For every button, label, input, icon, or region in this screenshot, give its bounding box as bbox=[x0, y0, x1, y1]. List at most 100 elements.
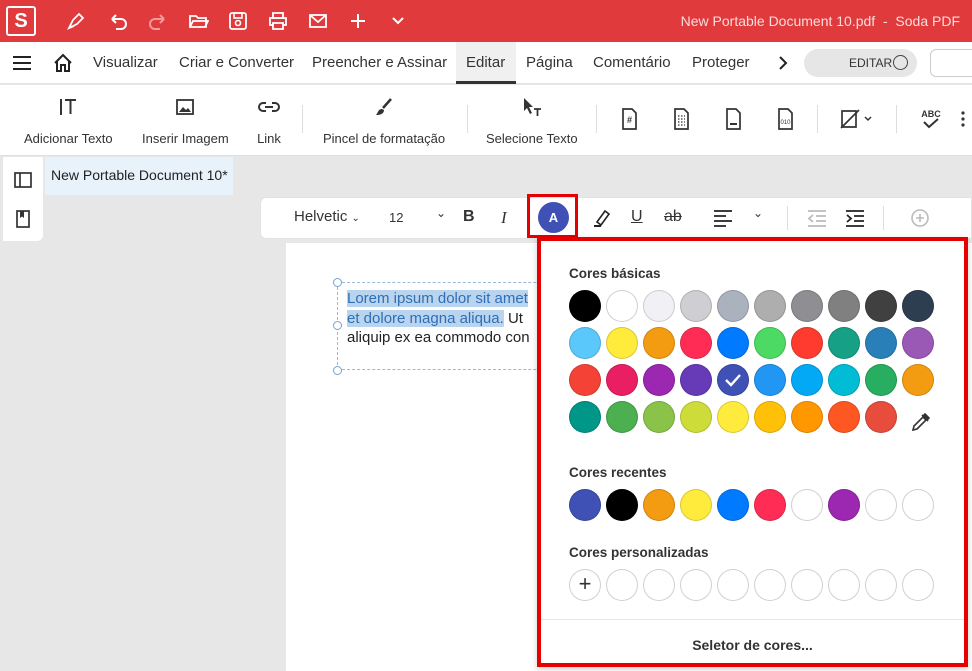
recent-color-swatch[interactable] bbox=[754, 489, 786, 521]
bold-button[interactable]: B bbox=[463, 208, 475, 226]
color-swatch[interactable] bbox=[717, 401, 749, 433]
color-swatch[interactable] bbox=[902, 290, 934, 322]
recent-color-swatch[interactable] bbox=[643, 489, 675, 521]
hamburger-menu-icon[interactable] bbox=[12, 54, 32, 72]
custom-color-slot[interactable] bbox=[717, 569, 749, 601]
color-swatch[interactable] bbox=[865, 401, 897, 433]
color-swatch[interactable] bbox=[606, 290, 638, 322]
tab-preencher-e-assinar[interactable]: Preencher e Assinar bbox=[312, 54, 447, 71]
color-swatch[interactable] bbox=[865, 364, 897, 396]
strikethrough-button[interactable]: ab bbox=[664, 208, 682, 226]
color-swatch[interactable] bbox=[902, 327, 934, 359]
home-icon[interactable] bbox=[52, 52, 74, 74]
resize-handle[interactable] bbox=[333, 278, 342, 287]
color-swatch[interactable] bbox=[680, 290, 712, 322]
email-icon[interactable] bbox=[306, 9, 330, 33]
recent-color-swatch[interactable] bbox=[606, 489, 638, 521]
color-swatch[interactable] bbox=[754, 364, 786, 396]
print-icon[interactable] bbox=[266, 9, 290, 33]
insert-image-button[interactable]: Inserir Imagem bbox=[142, 95, 229, 146]
font-size-chevron-icon[interactable]: ⌄ bbox=[436, 206, 446, 220]
chevron-down-icon[interactable] bbox=[386, 9, 410, 33]
color-swatch[interactable] bbox=[791, 290, 823, 322]
decrease-indent-icon[interactable] bbox=[807, 209, 827, 227]
recent-color-swatch[interactable] bbox=[791, 489, 823, 521]
add-custom-color-button[interactable]: + bbox=[569, 569, 601, 601]
text-line-1[interactable]: Lorem ipsum dolor sit amet bbox=[347, 290, 542, 307]
custom-color-slot[interactable] bbox=[606, 569, 638, 601]
text-line-3[interactable]: aliquip ex ea commodo con bbox=[347, 329, 542, 346]
recent-color-swatch[interactable] bbox=[680, 489, 712, 521]
color-swatch[interactable] bbox=[828, 364, 860, 396]
text-line-2[interactable]: et dolore magna aliqua. Ut bbox=[347, 310, 542, 327]
color-swatch[interactable] bbox=[643, 290, 675, 322]
color-swatch[interactable] bbox=[902, 364, 934, 396]
italic-button[interactable]: I bbox=[501, 208, 507, 228]
color-swatch[interactable] bbox=[828, 290, 860, 322]
chevron-right-icon[interactable] bbox=[775, 54, 791, 72]
recent-color-swatch[interactable] bbox=[828, 489, 860, 521]
text-color-button[interactable]: A bbox=[538, 202, 569, 233]
tab-visualizar[interactable]: Visualizar bbox=[93, 54, 158, 71]
color-swatch[interactable] bbox=[828, 327, 860, 359]
recent-color-swatch[interactable] bbox=[717, 489, 749, 521]
sign-pen-icon[interactable] bbox=[64, 9, 88, 33]
font-size-select[interactable]: 12 bbox=[389, 210, 403, 225]
bookmark-icon[interactable] bbox=[13, 209, 33, 229]
recent-color-swatch[interactable] bbox=[569, 489, 601, 521]
color-swatch[interactable] bbox=[865, 327, 897, 359]
document-tab[interactable]: New Portable Document 10* bbox=[45, 157, 233, 195]
color-swatch[interactable] bbox=[643, 401, 675, 433]
tab-pagina[interactable]: Página bbox=[526, 54, 573, 71]
resize-handle[interactable] bbox=[333, 366, 342, 375]
color-swatch[interactable] bbox=[606, 327, 638, 359]
tab-comentario[interactable]: Comentário bbox=[593, 54, 671, 71]
tab-proteger[interactable]: Proteger bbox=[692, 54, 750, 71]
eyedropper-icon[interactable] bbox=[910, 411, 932, 433]
color-swatch[interactable] bbox=[606, 401, 638, 433]
open-folder-icon[interactable] bbox=[186, 9, 210, 33]
color-swatch[interactable] bbox=[717, 290, 749, 322]
color-swatch[interactable] bbox=[643, 327, 675, 359]
tab-criar-e-converter[interactable]: Criar e Converter bbox=[179, 54, 294, 71]
color-swatch[interactable] bbox=[865, 290, 897, 322]
color-swatch[interactable] bbox=[717, 327, 749, 359]
link-button[interactable]: Link bbox=[257, 95, 281, 146]
plus-icon[interactable] bbox=[346, 9, 370, 33]
sidebar-toggle-icon[interactable] bbox=[13, 170, 33, 190]
page-grid-icon[interactable] bbox=[669, 107, 693, 131]
redo-icon[interactable] bbox=[146, 9, 170, 33]
custom-color-slot[interactable] bbox=[680, 569, 712, 601]
color-swatch[interactable] bbox=[569, 364, 601, 396]
page-header-icon[interactable] bbox=[721, 107, 745, 131]
undo-icon[interactable] bbox=[106, 9, 130, 33]
custom-color-slot[interactable] bbox=[865, 569, 897, 601]
page-number-icon[interactable]: # bbox=[617, 107, 641, 131]
select-text-button[interactable]: Selecione Texto bbox=[486, 95, 578, 146]
custom-color-slot[interactable] bbox=[754, 569, 786, 601]
color-swatch[interactable] bbox=[680, 327, 712, 359]
recent-color-swatch[interactable] bbox=[902, 489, 934, 521]
add-circle-icon[interactable] bbox=[906, 207, 932, 229]
custom-color-slot[interactable] bbox=[791, 569, 823, 601]
add-text-button[interactable]: Adicionar Texto bbox=[24, 95, 113, 146]
save-icon[interactable] bbox=[226, 9, 250, 33]
increase-indent-icon[interactable] bbox=[845, 209, 865, 227]
underline-button[interactable]: U bbox=[631, 208, 643, 226]
bates-number-icon[interactable]: 010 bbox=[773, 107, 797, 131]
font-family-select[interactable]: Helvetic ⌄ bbox=[294, 208, 360, 225]
align-chevron-icon[interactable]: ⌄ bbox=[753, 206, 763, 220]
tab-editar[interactable]: Editar bbox=[466, 54, 505, 71]
color-swatch[interactable] bbox=[569, 327, 601, 359]
color-swatch[interactable] bbox=[754, 327, 786, 359]
custom-color-slot[interactable] bbox=[828, 569, 860, 601]
color-swatch[interactable] bbox=[791, 401, 823, 433]
custom-color-slot[interactable] bbox=[643, 569, 675, 601]
spellcheck-icon[interactable]: ABC bbox=[917, 107, 945, 131]
highlight-icon[interactable] bbox=[591, 206, 613, 228]
color-swatch[interactable] bbox=[828, 401, 860, 433]
color-swatch[interactable] bbox=[569, 290, 601, 322]
color-swatch[interactable] bbox=[680, 364, 712, 396]
format-painter-button[interactable]: Pincel de formatação bbox=[323, 95, 445, 146]
color-swatch-selected[interactable] bbox=[717, 364, 749, 396]
